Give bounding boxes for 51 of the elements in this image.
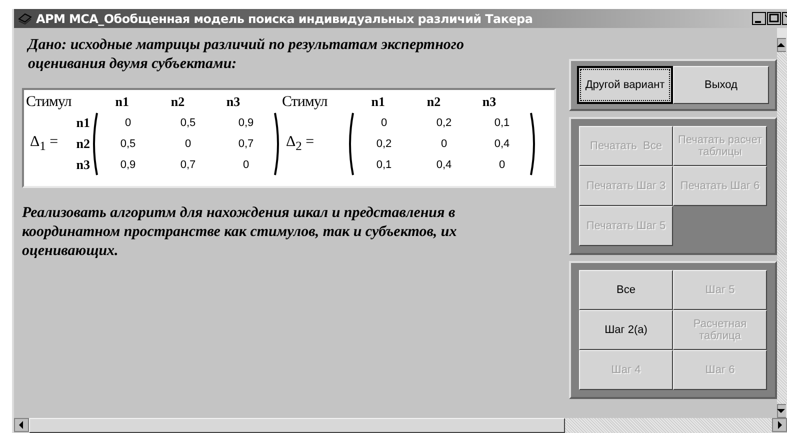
column-header: n2: [426, 94, 442, 110]
goal-text: Реализовать алгоритм для нахождения шкал и представления в координатном пространстве как стимулов, так и субъектов, их оценивающих.: [22, 204, 458, 261]
action-button[interactable]: Выход: [673, 66, 769, 104]
action-button[interactable]: Другой вариант: [577, 66, 673, 104]
stimulus-header: Стимул: [26, 94, 72, 110]
matrix-value: 0,7: [237, 137, 255, 152]
matrix-value: 0: [184, 137, 192, 152]
minimize-icon[interactable]: [752, 12, 766, 25]
close-icon[interactable]: [782, 12, 787, 25]
scroll-right-icon[interactable]: [772, 418, 787, 432]
window-title: АРМ МСА_Обобщенная модель поиска индивидуальных различий Такера: [36, 12, 534, 26]
row-header: n1: [76, 114, 90, 132]
left-parenthesis: [346, 112, 354, 176]
matrix-value: 0,7: [179, 158, 197, 173]
matrix-value: 0: [242, 158, 250, 173]
matrix-label: Δ$_{2}$ =: [285, 134, 316, 154]
scroll-left-icon[interactable]: [14, 418, 29, 432]
matrix-value: 0: [440, 137, 448, 152]
matrix-value: 0: [124, 116, 132, 131]
step-button[interactable]: Все: [579, 270, 673, 310]
stimulus-header: Стимул: [282, 94, 328, 110]
right-parenthesis: [274, 112, 282, 176]
matrix-value: 0,5: [179, 116, 197, 131]
app-icon: [18, 12, 32, 24]
matrix-value: 0,2: [375, 137, 393, 152]
matrix-value: 0,2: [435, 116, 453, 131]
row-header: n3: [76, 156, 90, 174]
matrix-value: 0,1: [375, 158, 393, 173]
row-header: n2: [76, 135, 90, 153]
task-text: Дано: исходные матрицы различий по результатам экспертного оценивания двумя субъектами:: [26, 36, 465, 74]
matrix-value: 0,4: [493, 137, 511, 152]
column-header: n1: [371, 94, 386, 110]
column-header: n3: [226, 94, 242, 110]
matrix-label: Δ$_{1}$ =: [29, 134, 60, 154]
matrix-value: 0,4: [435, 158, 453, 173]
matrix-value: 0,5: [119, 137, 137, 152]
vertical-scrollbar[interactable]: [777, 28, 787, 418]
left-parenthesis: [90, 112, 98, 176]
matrix-value: 0: [498, 158, 506, 173]
scroll-up-icon[interactable]: [777, 38, 786, 52]
scroll-down-icon[interactable]: [777, 404, 786, 418]
column-header: n2: [170, 94, 186, 110]
column-header: n3: [482, 94, 498, 110]
matrix-value: 0,9: [119, 158, 137, 173]
column-header: n1: [115, 94, 130, 110]
matrix-value: 0: [380, 116, 388, 131]
matrix-value: 0,1: [493, 116, 511, 131]
right-parenthesis: [530, 112, 538, 176]
matrix-value: 0,9: [237, 116, 255, 131]
step-button[interactable]: Шаг 2(а): [579, 310, 673, 350]
horizontal-scrollbar[interactable]: [14, 418, 787, 433]
